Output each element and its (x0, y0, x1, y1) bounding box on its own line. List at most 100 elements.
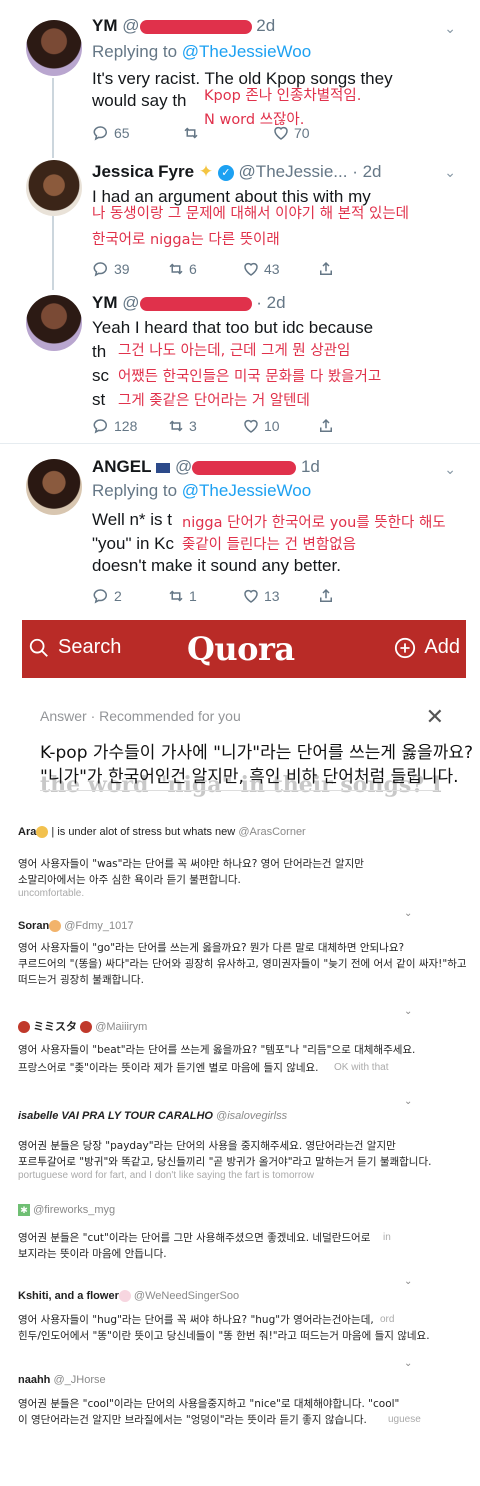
reply-english-text: OK with that (334, 1062, 389, 1073)
emoji-icon: ✦ (198, 162, 214, 181)
reply-handle: @Maiiirym (95, 1021, 148, 1033)
reply-button[interactable]: 39 (92, 260, 167, 278)
like-button[interactable]: 70 (272, 124, 362, 142)
avatar[interactable] (26, 160, 82, 216)
sparkle-icon: ✱ (18, 1204, 30, 1217)
reply-handle: @WeNeedSingerSoo (133, 1290, 240, 1302)
reply-button[interactable]: 2 (92, 587, 167, 605)
chevron-down-icon[interactable]: ⌄ (444, 20, 456, 37)
avatar[interactable] (26, 20, 82, 76)
like-count: 13 (264, 588, 280, 604)
handle[interactable]: @ (122, 16, 139, 35)
like-button[interactable]: 10 (242, 417, 317, 435)
reply-card[interactable]: ⌄ naahh @_JHorse 영어권 분들은 "cool"이라는 단어의 사… (18, 1358, 468, 1432)
tweet-actions: 39 6 43 (92, 260, 392, 278)
tweet-header: YM @ 2d (92, 16, 275, 36)
tweet-actions: 65 70 (92, 124, 392, 142)
display-name[interactable]: ANGEL (92, 457, 152, 476)
chevron-down-icon[interactable]: ⌄ (444, 461, 456, 478)
replying-to: Replying to @TheJessieWoo (92, 481, 311, 501)
reply-count: 39 (114, 261, 130, 277)
timestamp[interactable]: · 2d (256, 293, 285, 312)
timestamp[interactable]: 1d (301, 457, 320, 476)
reply-korean-text: 힌두/인도어에서 "똥"이란 뜻이고 당신네들이 "똥 한번 줘!"라고 떠드는… (18, 1330, 430, 1342)
search-button[interactable]: Search (28, 636, 121, 659)
tweet[interactable]: YM @ · 2d Yeah I heard that too but idc … (0, 285, 480, 440)
ladybug-icon (80, 1021, 93, 1034)
retweet-button[interactable] (182, 124, 272, 142)
share-button[interactable] (317, 260, 392, 278)
retweet-button[interactable]: 6 (167, 260, 242, 278)
tweet[interactable]: ANGEL @ 1d ⌄ Replying to @TheJessieWoo W… (0, 445, 480, 615)
retweet-button[interactable]: 1 (167, 587, 242, 605)
reply-button[interactable]: 65 (92, 124, 182, 142)
reply-card[interactable]: Ara | is under alot of stress but whats … (18, 826, 468, 899)
question-title[interactable]: K-pop 가수들이 가사에 "니가"라는 단어를 쓰는게 옳을까요? (40, 738, 473, 763)
reply-korean-text: 영어 사용자들이 "go"라는 단어를 쓰는게 옳을까요? 뭔가 다른 말로 대… (18, 942, 405, 954)
reply-count: 65 (114, 125, 130, 141)
chevron-down-icon[interactable]: ⌄ (444, 164, 456, 181)
quora-logo[interactable]: Quora (187, 630, 295, 668)
divider (0, 443, 480, 444)
tweet-header: YM @ · 2d (92, 293, 286, 313)
share-button[interactable] (317, 417, 392, 435)
tweet[interactable]: YM @ 2d ⌄ Replying to @TheJessieWoo It's… (0, 0, 480, 150)
divider (40, 790, 438, 791)
reply-header: ✱ @fireworks_myg (18, 1204, 468, 1217)
reply-handle: @Fdmy_1017 (64, 920, 134, 932)
chevron-down-icon[interactable]: ⌄ (404, 1096, 412, 1107)
replying-handle[interactable]: @TheJessieWoo (182, 42, 311, 61)
like-button[interactable]: 43 (242, 260, 317, 278)
share-button[interactable] (317, 587, 392, 605)
reply-count: 2 (114, 588, 122, 604)
question-title[interactable]: "니가"가 한국어인건 알지만, 흑인 비하 단어처럼 들립니다. (40, 762, 459, 787)
reply-header: ミミスタ @Maiiirym (18, 1018, 468, 1034)
avatar[interactable] (26, 295, 82, 351)
tweet-header: ANGEL @ 1d (92, 457, 320, 477)
reply-header: naahh @_JHorse (18, 1374, 468, 1386)
close-icon[interactable]: ✕ (426, 704, 444, 730)
reply-name: Kshiti, and a flower (18, 1290, 119, 1302)
tweet[interactable]: Jessica Fyre ✦ ✓ @TheJessie... · 2d ⌄ I … (0, 150, 480, 285)
retweet-icon (184, 127, 198, 139)
reply-english-text: ord (380, 1314, 395, 1325)
reply-card[interactable]: ⌄ isabelle VAI PRA LY TOUR CARALHO @isal… (18, 1096, 468, 1188)
chevron-down-icon[interactable]: ⌄ (404, 1276, 412, 1287)
retweet-button[interactable]: 3 (167, 417, 242, 435)
reply-card[interactable]: ✱ @fireworks_myg 영어권 분들은 "cut"이라는 단어를 그만… (18, 1196, 468, 1268)
flag-icon (156, 462, 171, 473)
tweet-text-line: would say th (92, 91, 187, 110)
emoji-icon (36, 826, 49, 839)
quora-header: Search Quora Add (22, 620, 466, 678)
handle[interactable]: @ (122, 293, 139, 312)
like-button[interactable]: 13 (242, 587, 317, 605)
display-name[interactable]: Jessica Fyre (92, 162, 194, 181)
reply-button[interactable]: 128 (92, 417, 167, 435)
reply-korean-text: 이 영단어라는건 알지만 브라질에서는 "엉덩이"라는 뜻이라 듣기 좋지 않습… (18, 1414, 367, 1426)
heart-icon (274, 126, 288, 140)
replying-prefix: Replying to (92, 481, 182, 500)
chevron-down-icon[interactable]: ⌄ (404, 1006, 412, 1017)
share-icon (320, 418, 332, 432)
timestamp[interactable]: · 2d (352, 162, 381, 181)
add-button[interactable]: Add (394, 636, 460, 659)
reply-english-text: portuguese word for fart, and I don't li… (18, 1170, 314, 1181)
reply-card[interactable]: ⌄ Soran @Fdmy_1017 영어 사용자들이 "go"라는 단어를 쓰… (18, 908, 468, 990)
tweet-actions: 2 1 13 (92, 587, 392, 605)
reply-card[interactable]: ⌄ ミミスタ @Maiiirym 영어 사용자들이 "beat"라는 단어를 쓰… (18, 1006, 468, 1078)
avatar[interactable] (26, 459, 82, 515)
display-name[interactable]: YM (92, 16, 118, 35)
chevron-down-icon[interactable]: ⌄ (404, 908, 412, 919)
handle[interactable]: @ (175, 457, 192, 476)
timestamp[interactable]: 2d (256, 16, 275, 35)
display-name[interactable]: YM (92, 293, 118, 312)
reply-header: isabelle VAI PRA LY TOUR CARALHO @isalov… (18, 1110, 468, 1122)
reply-handle: @_JHorse (53, 1374, 106, 1386)
reply-handle: @fireworks_myg (33, 1204, 116, 1216)
reply-name: Ara (18, 826, 37, 838)
handle[interactable]: @TheJessie... (239, 162, 348, 181)
reply-card[interactable]: ⌄ Kshiti, and a flower @WeNeedSingerSoo … (18, 1276, 468, 1350)
tweet-text-line: "you" in Kc (92, 534, 174, 553)
replying-handle[interactable]: @TheJessieWoo (182, 481, 311, 500)
chevron-down-icon[interactable]: ⌄ (404, 1358, 412, 1369)
